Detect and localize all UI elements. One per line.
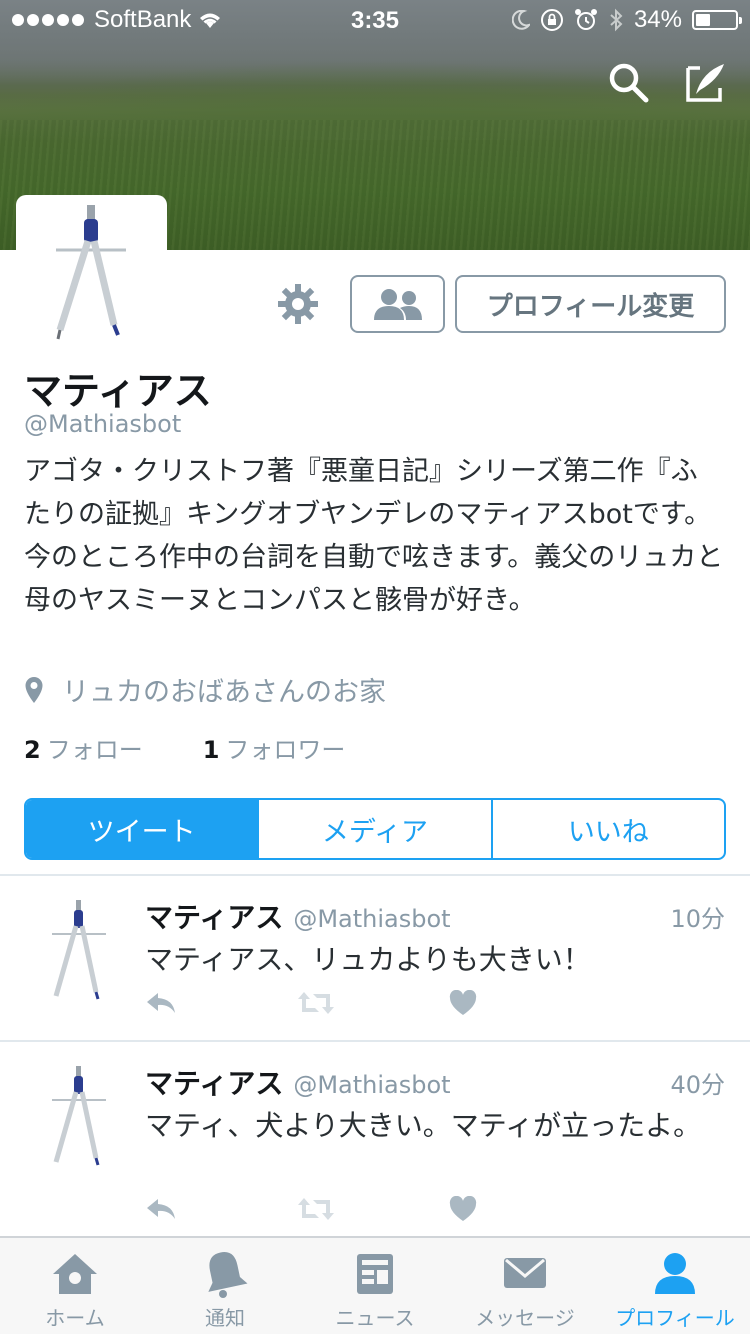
retweet-button[interactable] — [297, 988, 449, 1018]
search-icon[interactable] — [606, 60, 650, 104]
reply-icon — [147, 993, 175, 1013]
following-stat[interactable]: 2 フォロー — [24, 730, 143, 765]
alarm-icon — [574, 9, 597, 30]
profile-handle: @Mathiasbot — [24, 410, 182, 438]
tweet-item[interactable]: マティアス @Mathiasbot 40分 マティ、犬より大きい。マティが立った… — [0, 1062, 750, 1232]
tab-messages[interactable]: メッセージ — [450, 1238, 600, 1334]
news-icon — [357, 1254, 393, 1294]
person-icon — [655, 1253, 695, 1294]
reply-button[interactable] — [145, 988, 297, 1018]
find-friends-button[interactable] — [350, 275, 445, 333]
retweet-icon — [298, 1198, 334, 1220]
heart-icon — [449, 990, 477, 1015]
following-label: フォロー — [46, 736, 143, 764]
profile-bio: アゴタ・クリストフ著『悪童日記』シリーズ第二作『ふたりの証拠』キングオブヤンデレ… — [24, 456, 724, 616]
tweet-timestamp: 40分 — [670, 1071, 725, 1099]
tab-label: ニュース — [335, 1306, 415, 1330]
tab-label: プロフィール — [615, 1306, 735, 1330]
divider — [0, 874, 750, 876]
followers-count: 1 — [202, 736, 220, 764]
retweet-icon — [298, 992, 334, 1014]
compose-tweet-icon[interactable] — [684, 60, 728, 104]
retweet-button[interactable] — [297, 1194, 449, 1224]
tab-profile[interactable]: プロフィール — [600, 1238, 750, 1334]
gear-icon[interactable] — [276, 282, 320, 326]
followers-stat[interactable]: 1 フォロワー — [203, 730, 346, 765]
bottom-tab-bar: ホーム 通知 ニュース メッセージ プロフィール — [0, 1236, 750, 1334]
tweet-author-name: マティアス — [145, 901, 284, 934]
edit-profile-button[interactable]: プロフィール変更 — [455, 275, 726, 333]
like-button[interactable] — [449, 1194, 601, 1224]
tab-home[interactable]: ホーム — [0, 1238, 150, 1334]
followers-label: フォロワー — [225, 736, 346, 764]
bell-icon — [208, 1252, 248, 1298]
tab-notifications[interactable]: 通知 — [150, 1238, 300, 1334]
reply-icon — [147, 1199, 175, 1219]
tweet-author-name: マティアス — [145, 1067, 284, 1100]
tab-news[interactable]: ニュース — [300, 1238, 450, 1334]
home-icon — [53, 1254, 97, 1294]
tab-media[interactable]: メディア — [259, 800, 493, 858]
wifi-icon — [200, 13, 221, 28]
tab-likes[interactable]: いいね — [493, 800, 724, 858]
following-count: 2 — [24, 736, 41, 764]
divider — [0, 1040, 750, 1042]
tweet-text: マティアス、リュカよりも大きい！ — [145, 943, 591, 976]
tab-label: 通知 — [205, 1306, 245, 1330]
tweet-text: マティ、犬より大きい。マティが立ったよ。 — [145, 1109, 702, 1142]
battery-icon — [692, 10, 742, 30]
tweet-author-handle: @Mathiasbot — [293, 1071, 451, 1099]
rotation-lock-icon — [540, 9, 563, 31]
reply-button[interactable] — [145, 1194, 297, 1224]
location-pin-icon — [25, 676, 43, 703]
bluetooth-icon — [610, 8, 623, 32]
battery-percent: 34% — [633, 6, 682, 33]
heart-icon — [449, 1196, 477, 1221]
profile-avatar[interactable] — [16, 195, 167, 346]
tab-label: ホーム — [45, 1306, 105, 1330]
moon-icon — [511, 10, 530, 30]
tab-label: メッセージ — [475, 1306, 575, 1330]
tweet-avatar[interactable] — [40, 1062, 120, 1172]
signal-icon — [12, 14, 84, 26]
tweet-timestamp: 10分 — [670, 905, 725, 933]
profile-name: マティアス — [24, 369, 212, 413]
carrier-label: SoftBank — [94, 6, 192, 33]
tweet-avatar[interactable] — [40, 896, 120, 1006]
profile-location: リュカのおばあさんのお家 — [24, 670, 386, 709]
status-bar: SoftBank 3:35 34% — [0, 0, 750, 40]
tweet-item[interactable]: マティアス @Mathiasbot 10分 マティアス、リュカよりも大きい！ — [0, 896, 750, 1036]
tweet-author-handle: @Mathiasbot — [293, 905, 451, 933]
location-text: リュカのおばあさんのお家 — [62, 677, 386, 708]
people-icon — [373, 289, 422, 320]
like-button[interactable] — [449, 988, 601, 1018]
profile-tabs: ツイート メディア いいね — [24, 798, 726, 860]
tab-tweets[interactable]: ツイート — [26, 800, 260, 858]
mail-icon — [504, 1258, 546, 1288]
